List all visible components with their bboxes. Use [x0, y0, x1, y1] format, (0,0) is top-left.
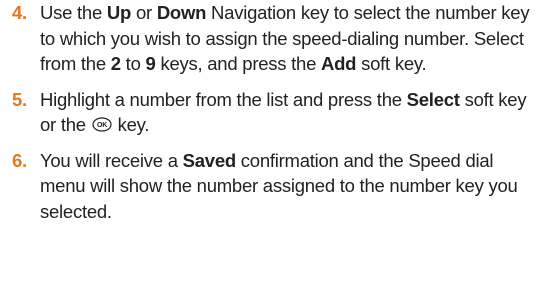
key-name: Add [321, 53, 357, 74]
instruction-step: 5. Highlight a number from the list and p… [0, 87, 530, 138]
ok-key-icon: OK [92, 117, 112, 132]
step-text: key. [112, 114, 150, 135]
key-name: 2 [110, 53, 121, 74]
key-name: Saved [182, 149, 237, 171]
step-number: 5. [12, 88, 27, 110]
step-text: Use the [40, 2, 107, 23]
step-text: keys, and press the [155, 53, 322, 74]
step-number: 6. [12, 149, 27, 171]
step-text: to [120, 53, 146, 74]
instruction-step: 4. Use the Up or Down Navigation key to s… [0, 0, 530, 77]
step-number: 4. [12, 2, 27, 23]
key-name: 9 [145, 53, 156, 74]
key-name: Select [406, 88, 460, 110]
step-text: Highlight a number from the list and pre… [40, 88, 407, 110]
step-text: or [131, 2, 157, 23]
key-name: Down [156, 2, 207, 23]
instruction-step: 6. You will receive a Saved confirmation … [0, 148, 530, 225]
key-name: Up [106, 2, 132, 23]
step-text: soft key. [356, 53, 427, 74]
step-text: You will receive a [40, 149, 183, 171]
instruction-steps: 4. Use the Up or Down Navigation key to s… [0, 0, 530, 224]
manual-page: 4. Use the Up or Down Navigation key to s… [0, 0, 540, 300]
ok-key-label: OK [97, 122, 107, 129]
